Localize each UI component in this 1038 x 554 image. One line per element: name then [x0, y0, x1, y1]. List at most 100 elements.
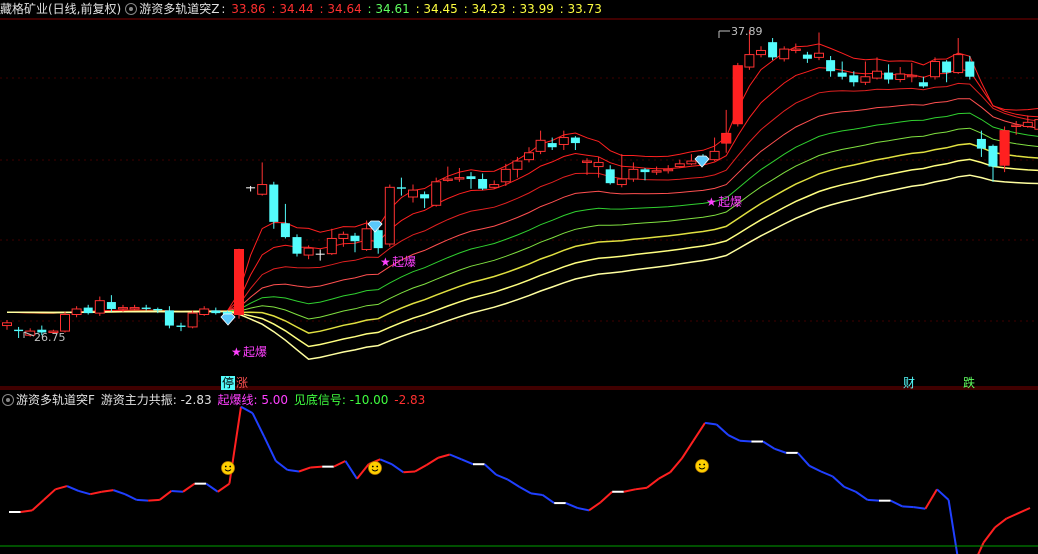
candle-body-up — [756, 49, 766, 56]
sub-indicator-name[interactable]: 游资多轨道突F — [16, 393, 95, 407]
candle-body-down — [246, 187, 256, 189]
osc-segment — [599, 491, 613, 504]
indicator-value: : 34.23 — [459, 2, 506, 16]
osc-segment — [113, 489, 126, 496]
osc-segment — [739, 439, 752, 443]
osc-segment — [449, 453, 462, 461]
osc-segment — [263, 436, 277, 462]
candlesticks — [2, 30, 1038, 338]
osc-segment — [774, 447, 787, 454]
indicator-name[interactable]: 游资多轨道突Z — [139, 2, 219, 16]
osc-segment — [692, 422, 706, 442]
osc-segment — [437, 453, 451, 459]
sub-indicator-value: 起爆线: 5.00 — [213, 393, 289, 407]
candle-body-down — [292, 237, 302, 254]
low-label: 26.75 — [34, 331, 66, 344]
candle-body-down — [164, 310, 174, 326]
osc-segment — [507, 478, 520, 488]
osc-segment — [182, 482, 196, 493]
candle-body-down — [849, 75, 859, 83]
candle-body-up — [953, 54, 964, 74]
osc-segment — [391, 463, 404, 474]
osc-segment — [727, 434, 741, 442]
candle-body-up — [709, 150, 720, 161]
osc-segment — [78, 489, 91, 496]
ma-band-12 — [6, 82, 1038, 314]
candle-body-down — [547, 143, 557, 148]
osc-segment — [43, 488, 57, 501]
diamond-icon — [220, 313, 236, 326]
osc-segment — [426, 456, 439, 466]
high-label: 37.89 — [731, 25, 763, 38]
indicator-value: : 33.99 — [507, 2, 554, 16]
osc-segment — [89, 490, 103, 496]
candle-body-down — [942, 61, 952, 73]
osc-segment — [414, 464, 428, 473]
star-icon: ★ — [231, 345, 242, 359]
osc-segment — [148, 498, 160, 502]
qibao-label: 起爆 — [243, 345, 267, 359]
osc-segment — [101, 489, 114, 493]
osc-segment — [867, 498, 880, 502]
osc-segment — [635, 486, 648, 491]
candle-body-down — [837, 72, 847, 77]
candle-body-down — [605, 169, 615, 184]
candle-body-up — [442, 178, 453, 181]
smiley-eye — [224, 465, 227, 468]
sub-indicator-values: 游资主力共振: -2.83 起爆线: 5.00 见底信号: -10.00 -2.… — [101, 393, 428, 407]
osc-segment — [298, 466, 311, 473]
candle-body-up — [60, 313, 70, 332]
gear-icon[interactable] — [2, 393, 14, 406]
candle-body-up — [524, 152, 534, 161]
cai-tag: 财 — [903, 376, 916, 390]
sub-indicator-value: 见底信号: -10.00 — [290, 393, 389, 407]
ma-band-16 — [6, 98, 1038, 314]
osc-segment — [31, 499, 45, 512]
qibao-label: 起爆 — [392, 255, 416, 269]
osc-segment — [797, 452, 811, 467]
osc-segment — [287, 468, 300, 473]
rebound-candle — [999, 130, 1010, 166]
osc-segment — [461, 458, 474, 466]
candle-body-up — [489, 184, 500, 188]
osc-segment — [855, 490, 868, 501]
candle-body-down — [396, 187, 406, 189]
candle-body-down — [976, 138, 986, 149]
smiley-eye — [703, 463, 706, 466]
osc-segment — [936, 488, 950, 501]
candle-body-up — [790, 48, 801, 51]
osc-segment — [843, 485, 857, 493]
osc-segment — [669, 457, 683, 473]
osc-segment — [403, 470, 416, 474]
main-header: 藏格矿业(日线,前复权) 游资多轨道突Z: 33.86 : 34.44 : 34.… — [0, 0, 606, 18]
osc-segment — [680, 440, 695, 460]
sub-indicator-value: -2.83 — [390, 393, 426, 407]
candle-body-up — [384, 186, 395, 245]
breakout-candle — [721, 133, 732, 144]
osc-segment — [994, 517, 1008, 529]
candle-body-down — [350, 235, 360, 242]
candle-body-down — [83, 307, 93, 314]
candle-body-up — [431, 181, 442, 206]
header-sep: : — [221, 2, 226, 16]
limit-up-candle — [234, 249, 244, 315]
candle-body-up — [338, 233, 349, 239]
candle-body-up — [408, 189, 418, 198]
candle-body-up — [593, 161, 604, 168]
osc-segment — [275, 460, 289, 471]
candle-body-up — [674, 163, 685, 168]
candle-body-down — [478, 179, 488, 189]
ma-band-5 — [6, 43, 1038, 314]
oscillator — [0, 405, 1038, 554]
indicator-value: : 34.44 — [267, 2, 314, 16]
osc-segment — [251, 412, 266, 438]
chart-stage: 37.8926.75★ 起爆★ 起爆★ 起爆 — [0, 18, 1038, 554]
osc-segment — [913, 506, 926, 510]
candle-body-down — [269, 184, 279, 222]
candle-body-up — [616, 178, 627, 186]
osc-segment — [542, 494, 555, 504]
gear-icon[interactable] — [125, 2, 138, 15]
star-icon: ★ — [706, 195, 717, 209]
candle-body-down — [420, 194, 430, 199]
candle-body-up — [1022, 121, 1033, 127]
